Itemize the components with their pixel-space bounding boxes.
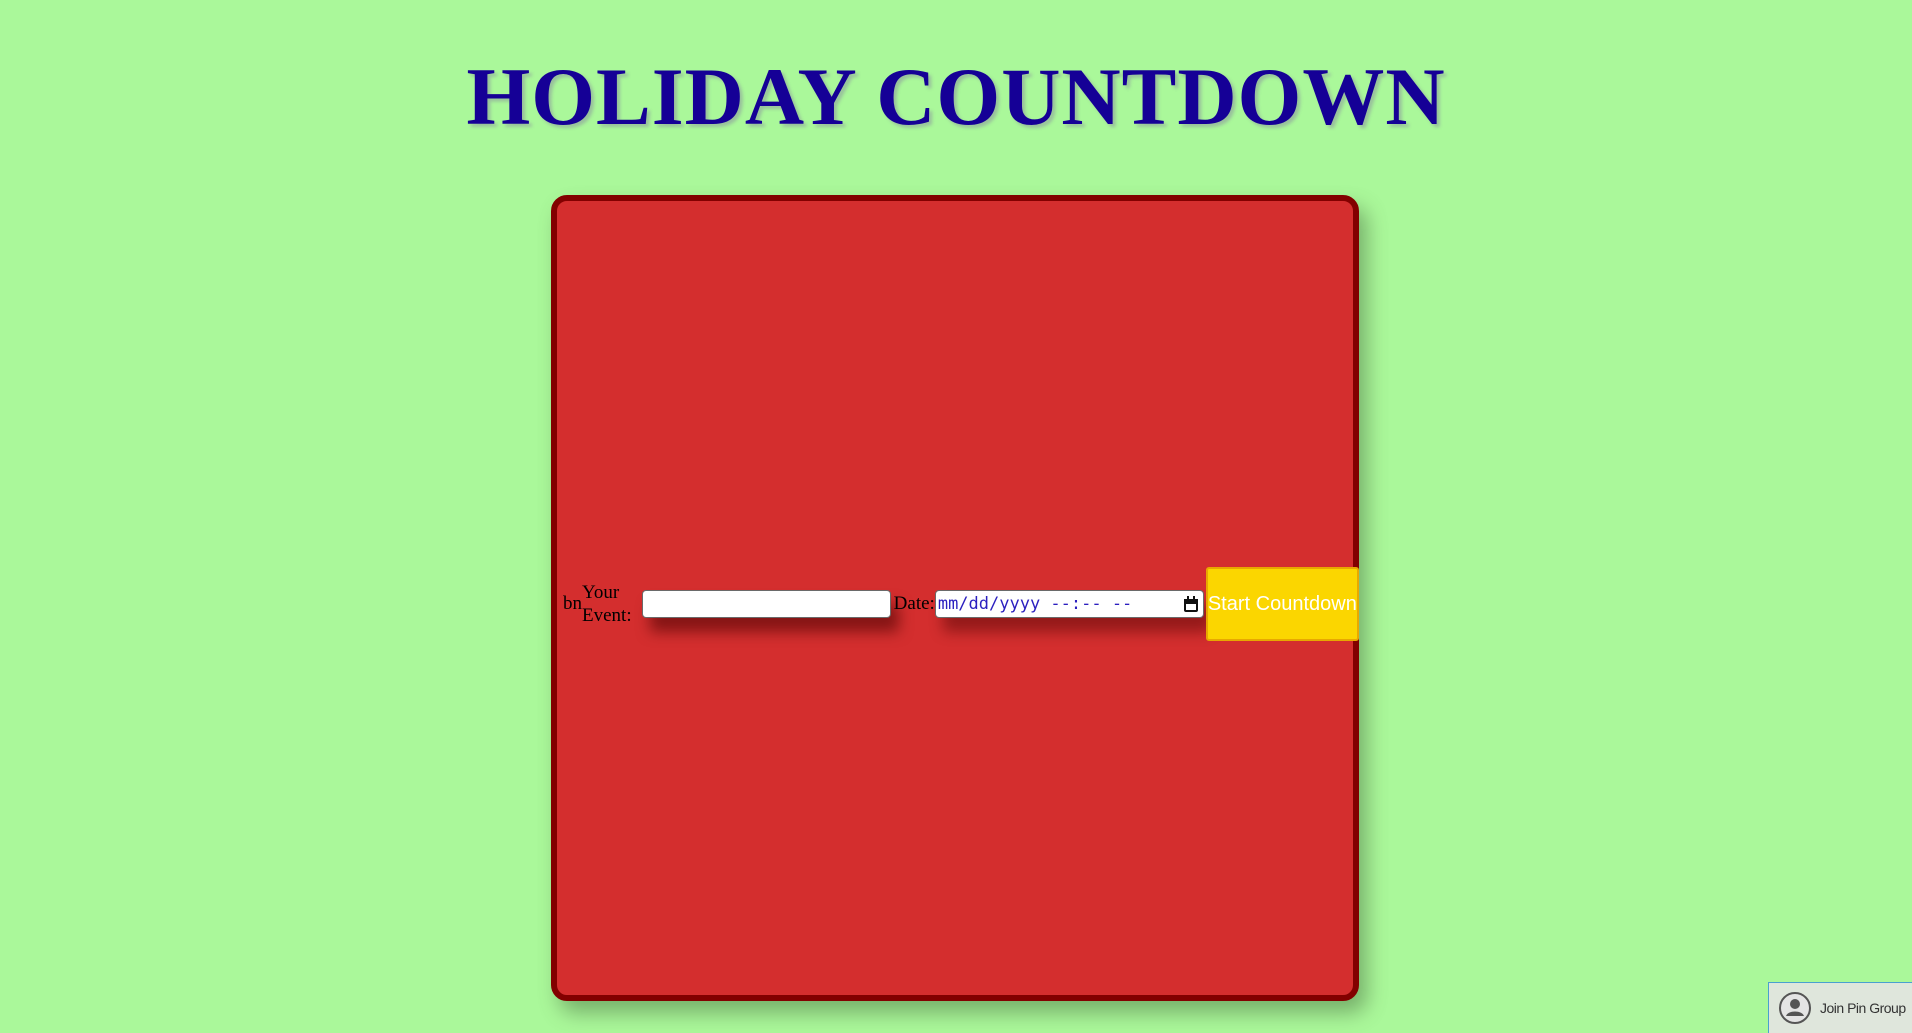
page-title: HOLIDAY COUNTDOWN <box>466 51 1446 142</box>
event-form: bn Your Event: Date: mm/dd/yyyy --:-- --… <box>563 566 1360 642</box>
join-pin-group-label: Join Pin Group <box>1820 1000 1906 1016</box>
event-input[interactable] <box>641 590 891 618</box>
calendar-icon[interactable] <box>1183 596 1199 612</box>
date-placeholder: mm/dd/yyyy --:-- -- <box>937 594 1133 614</box>
date-label: Date: <box>893 593 935 614</box>
date-input[interactable]: mm/dd/yyyy --:-- -- <box>934 590 1204 618</box>
join-pin-group-widget[interactable]: Join Pin Group <box>1768 982 1912 1033</box>
stray-text: bn <box>563 593 582 614</box>
countdown-card: bn Your Event: Date: mm/dd/yyyy --:-- --… <box>551 195 1360 1001</box>
event-label: Your Event: <box>582 582 632 626</box>
user-circle-icon <box>1779 992 1811 1024</box>
start-countdown-button[interactable]: Start Countdown <box>1205 567 1360 641</box>
